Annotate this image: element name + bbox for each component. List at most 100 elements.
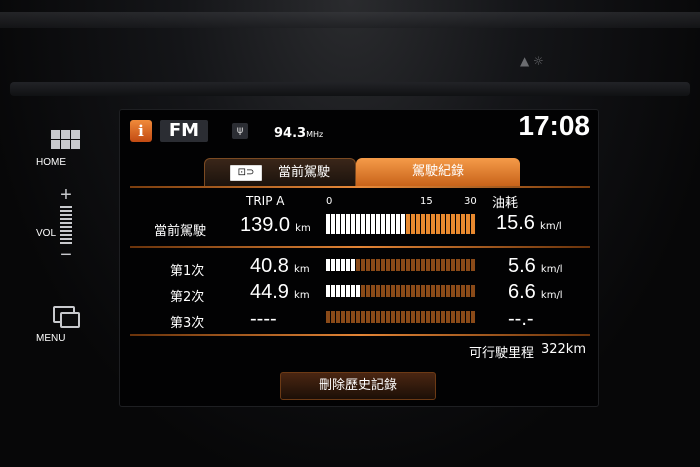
home-button[interactable]: HOME xyxy=(36,130,96,168)
bar-segment xyxy=(441,214,445,234)
bar-segment xyxy=(386,259,390,271)
bar-segment xyxy=(431,311,435,323)
eject-button-area[interactable]: ▲ ☼ xyxy=(520,54,610,70)
info-icon[interactable]: i xyxy=(130,120,152,142)
volume-bars-icon xyxy=(60,226,72,244)
bar-segment xyxy=(386,214,390,234)
bar-segment xyxy=(336,311,340,323)
row-label: 第3次 xyxy=(170,316,205,331)
bar-segment xyxy=(406,259,410,271)
bar-segment xyxy=(376,259,380,271)
bar-segment xyxy=(456,214,460,234)
bar-segment xyxy=(446,285,450,297)
antenna-icon: ψ xyxy=(232,123,248,139)
bar-segment xyxy=(466,285,470,297)
volume-control[interactable]: + VOL − xyxy=(36,185,96,265)
bar-segment xyxy=(386,285,390,297)
bar-segment xyxy=(461,285,465,297)
bar-segment xyxy=(376,311,380,323)
bar-segment xyxy=(341,285,345,297)
bar-segment xyxy=(446,311,450,323)
bar-segment xyxy=(361,311,365,323)
bar-segment xyxy=(361,259,365,271)
menu-icon xyxy=(53,306,80,328)
bar-segment xyxy=(471,311,475,323)
row-label: 當前駕駛 xyxy=(154,224,207,239)
bar-segment xyxy=(361,214,365,234)
radio-frequency: 94.3MHz xyxy=(274,126,324,141)
bar-segment xyxy=(396,259,400,271)
bar-segment xyxy=(456,259,460,271)
bar-segment xyxy=(436,311,440,323)
row-economy: 6.6 km/l xyxy=(508,281,563,303)
fuel-economy-header: 油耗 xyxy=(492,196,519,211)
bar-segment xyxy=(461,259,465,271)
bar-segment xyxy=(406,285,410,297)
delete-history-button[interactable]: 刪除歷史記錄 xyxy=(280,372,436,400)
bar-segment xyxy=(396,285,400,297)
bar-segment xyxy=(366,259,370,271)
audio-band[interactable]: FM xyxy=(160,120,208,142)
bar-segment xyxy=(406,311,410,323)
bar-segment xyxy=(346,214,350,234)
tab-drive-log-label: 駕駛紀錄 xyxy=(411,164,464,179)
bar-segment xyxy=(366,214,370,234)
bar-segment xyxy=(451,259,455,271)
bar-segment xyxy=(346,311,350,323)
bar-segment xyxy=(466,311,470,323)
volume-down-icon[interactable]: − xyxy=(36,245,96,265)
bar-segment xyxy=(466,259,470,271)
bar-segment xyxy=(421,311,425,323)
tab-current-drive[interactable]: ⊡⊃ 當前駕駛 xyxy=(204,158,356,187)
bar-segment xyxy=(431,214,435,234)
row-separator xyxy=(130,334,590,336)
volume-up-icon[interactable]: + xyxy=(36,185,96,205)
bar-segment xyxy=(426,259,430,271)
row-economy: 5.6 km/l xyxy=(508,255,563,277)
tab-drive-log[interactable]: 駕駛紀錄 xyxy=(356,158,520,186)
bar-segment xyxy=(376,214,380,234)
bar-segment xyxy=(471,214,475,234)
fuel-economy-bar xyxy=(326,311,476,323)
tab-current-drive-label: 當前駕駛 xyxy=(277,165,330,180)
bar-segment xyxy=(336,214,340,234)
bar-segment xyxy=(411,311,415,323)
bar-segment xyxy=(366,285,370,297)
bar-segment xyxy=(431,285,435,297)
bar-segment xyxy=(381,214,385,234)
bar-segment xyxy=(371,259,375,271)
bar-segment xyxy=(351,259,355,271)
bar-segment xyxy=(431,259,435,271)
bar-segment xyxy=(381,311,385,323)
bezel-trim xyxy=(0,12,700,28)
bar-segment xyxy=(401,259,405,271)
bar-segment xyxy=(466,214,470,234)
bar-segment xyxy=(411,214,415,234)
bar-segment xyxy=(441,285,445,297)
bar-segment xyxy=(416,285,420,297)
bar-segment xyxy=(426,311,430,323)
bar-segment xyxy=(441,311,445,323)
bar-segment xyxy=(471,285,475,297)
trip-label: TRIP A xyxy=(246,194,285,208)
row-economy: --.- xyxy=(508,308,534,330)
range-value: 322km xyxy=(540,342,586,357)
fuel-economy-bar xyxy=(326,259,476,271)
scale-label-15: 15 xyxy=(420,196,433,207)
bar-segment xyxy=(336,259,340,271)
bezel-strip xyxy=(10,82,690,96)
bar-segment xyxy=(341,311,345,323)
bar-segment xyxy=(391,285,395,297)
bar-segment xyxy=(381,259,385,271)
bar-segment xyxy=(396,311,400,323)
row-economy: 15.6 km/l xyxy=(496,212,562,234)
menu-button[interactable]: MENU xyxy=(36,306,96,344)
bar-segment xyxy=(356,214,360,234)
bar-segment xyxy=(451,285,455,297)
bar-segment xyxy=(461,311,465,323)
bar-segment xyxy=(366,311,370,323)
bar-segment xyxy=(451,214,455,234)
bar-segment xyxy=(471,259,475,271)
bar-segment xyxy=(391,311,395,323)
bar-segment xyxy=(411,285,415,297)
